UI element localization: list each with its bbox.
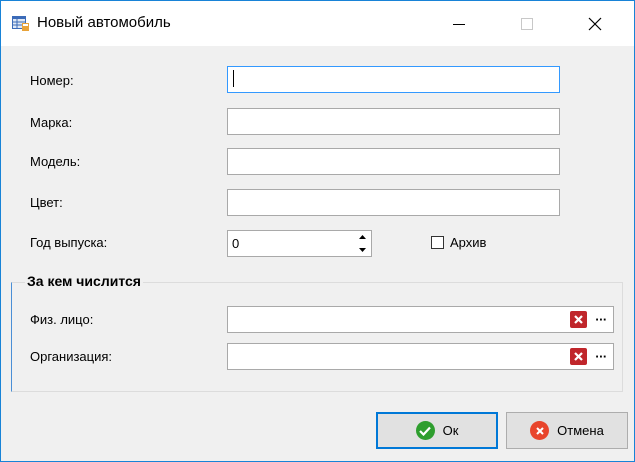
ok-label: Ок [442, 423, 459, 438]
archive-label[interactable]: Архив [450, 235, 486, 250]
organization-lookup[interactable]: ··· [227, 343, 614, 370]
brand-input[interactable] [227, 108, 560, 135]
color-label: Цвет: [30, 195, 63, 210]
minimize-button[interactable] [437, 1, 481, 46]
model-input[interactable] [227, 148, 560, 175]
cancel-label: Отмена [557, 423, 604, 438]
year-value[interactable]: 0 [232, 236, 239, 251]
person-label: Физ. лицо: [30, 312, 94, 327]
year-spinner[interactable]: 0 [227, 230, 372, 257]
person-lookup[interactable]: ··· [227, 306, 614, 333]
arrow-down-icon [358, 248, 366, 252]
number-label: Номер: [30, 73, 74, 88]
person-browse-button[interactable]: ··· [589, 307, 613, 332]
cancel-button[interactable]: Отмена [506, 412, 628, 449]
owner-groupbox [11, 282, 623, 392]
cancel-icon [530, 421, 550, 440]
organization-clear-button[interactable] [570, 348, 587, 365]
spin-down-button[interactable] [353, 244, 371, 256]
organization-label: Организация: [30, 349, 113, 364]
clear-x-icon [574, 315, 583, 324]
close-button[interactable] [573, 1, 617, 46]
brand-label: Марка: [30, 115, 73, 130]
organization-browse-button[interactable]: ··· [589, 344, 613, 369]
spin-up-button[interactable] [353, 231, 371, 243]
text-caret [233, 70, 234, 87]
archive-checkbox[interactable] [431, 236, 444, 249]
person-clear-button[interactable] [570, 311, 587, 328]
spinner-buttons [353, 231, 371, 256]
maximize-icon [521, 17, 533, 30]
close-icon [588, 17, 602, 30]
checkmark-icon [415, 421, 435, 440]
model-label: Модель: [30, 154, 81, 169]
maximize-button [505, 1, 549, 46]
dialog-window: Новый автомобиль Номер: Марка: Модель: Ц… [0, 0, 635, 462]
owner-group-title: За кем числится [25, 273, 143, 289]
ok-button[interactable]: Ок [376, 412, 498, 449]
color-input[interactable] [227, 189, 560, 216]
title-bar[interactable]: Новый автомобиль [1, 1, 634, 46]
year-label: Год выпуска: [30, 235, 108, 250]
database-table-icon [12, 15, 29, 31]
number-input[interactable] [227, 66, 560, 93]
minimize-icon [453, 23, 465, 25]
window-title: Новый автомобиль [37, 14, 171, 31]
arrow-up-icon [358, 235, 366, 239]
clear-x-icon [574, 352, 583, 361]
